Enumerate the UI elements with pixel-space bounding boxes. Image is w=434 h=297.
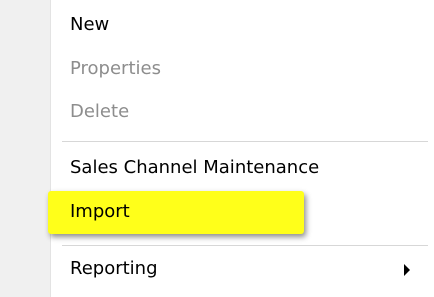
menu-item-import[interactable]: Import xyxy=(70,197,130,227)
submenu-arrow-icon xyxy=(404,264,410,276)
menu-item-reporting[interactable]: Reporting xyxy=(70,254,158,284)
menu-separator xyxy=(62,245,428,246)
menu-icon-gutter xyxy=(0,0,51,297)
menu-item-delete: Delete xyxy=(70,101,130,122)
menu-item-properties: Properties xyxy=(70,58,161,79)
menu-separator xyxy=(62,141,428,142)
context-menu: New Properties Delete Sales Channel Main… xyxy=(0,0,434,297)
menu-item-new[interactable]: New xyxy=(70,10,109,40)
menu-item-sales-channel-maintenance[interactable]: Sales Channel Maintenance xyxy=(70,153,319,183)
